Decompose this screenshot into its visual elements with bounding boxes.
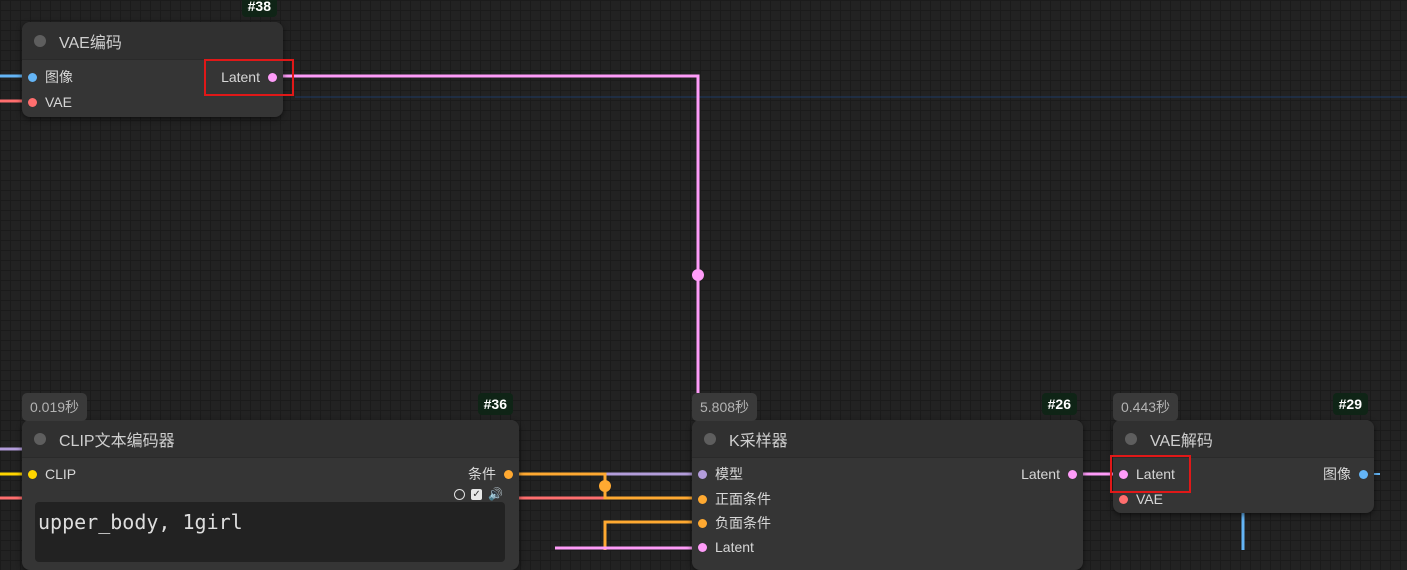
input-slot-positive[interactable]: 正面条件 — [698, 489, 771, 509]
node-id-badge: #36 — [477, 393, 513, 415]
slot-label: VAE — [1136, 491, 1163, 507]
checkbox-icon[interactable]: ✓ — [471, 488, 483, 500]
node-title: CLIP文本编码器 — [59, 432, 175, 450]
textarea-toolbar: ✓ 🔊 — [454, 488, 503, 500]
highlight-box-decode-latent — [1110, 455, 1191, 493]
wire-conditioning — [512, 472, 698, 500]
node-id-badge: #29 — [1332, 393, 1368, 415]
slot-dot-icon[interactable] — [1068, 469, 1077, 479]
slot-label: Latent — [715, 539, 754, 555]
slot-label: 模型 — [715, 466, 743, 482]
node-title: VAE编码 — [59, 34, 122, 52]
circle-icon[interactable] — [454, 488, 466, 500]
slot-dot-icon[interactable] — [1359, 469, 1368, 479]
collapse-dot-icon[interactable] — [704, 432, 716, 445]
wire-conditioning-dot — [599, 480, 611, 492]
node-title-bar[interactable]: VAE编码 — [22, 22, 283, 60]
node-graph-canvas[interactable]: #38 VAE编码 图像 VAE Latent 0.019秒 #36 CLIP文… — [0, 0, 1407, 570]
slot-dot-icon[interactable] — [28, 469, 37, 479]
slot-dot-icon[interactable] — [1119, 494, 1128, 504]
output-slot-image[interactable]: 图像 — [1323, 464, 1368, 484]
node-title: VAE解码 — [1150, 432, 1213, 450]
collapse-dot-icon[interactable] — [34, 432, 46, 445]
highlight-box-encode-latent — [204, 59, 294, 96]
output-slot-conditioning[interactable]: 条件 — [468, 464, 513, 484]
input-slot-image[interactable]: 图像 — [28, 67, 73, 87]
wire-negative — [603, 520, 698, 550]
slot-label: 图像 — [45, 69, 73, 85]
node-ksampler[interactable]: 5.808秒 #26 K采样器 模型 正面条件 负面条件 Latent Late… — [692, 393, 1083, 570]
prompt-textarea[interactable]: upper_body, 1girl — [35, 502, 505, 562]
wire-reroute-dot — [692, 269, 704, 281]
slot-label: CLIP — [45, 466, 77, 482]
wire-latent-encode — [276, 74, 700, 398]
slot-label: 负面条件 — [715, 515, 771, 531]
node-title-bar[interactable]: VAE解码 — [1113, 420, 1374, 458]
node-id-badge: #26 — [1041, 393, 1077, 415]
collapse-dot-icon[interactable] — [1125, 432, 1137, 445]
input-slot-model[interactable]: 模型 — [698, 464, 743, 484]
node-title: K采样器 — [729, 432, 788, 450]
node-title-bar[interactable]: K采样器 — [692, 420, 1083, 458]
input-slot-latent[interactable]: Latent — [698, 537, 754, 557]
collapse-dot-icon[interactable] — [34, 34, 46, 47]
slot-dot-icon[interactable] — [28, 97, 37, 107]
slot-dot-icon[interactable] — [698, 494, 707, 504]
execution-time-badge: 5.808秒 — [692, 393, 758, 421]
slot-dot-icon[interactable] — [28, 72, 37, 82]
slot-label: Latent — [1021, 466, 1060, 482]
speaker-icon[interactable]: 🔊 — [488, 488, 503, 500]
execution-time-badge: 0.443秒 — [1113, 393, 1179, 421]
input-slot-negative[interactable]: 负面条件 — [698, 513, 771, 533]
node-title-bar[interactable]: CLIP文本编码器 — [22, 420, 519, 458]
slot-dot-icon[interactable] — [698, 469, 707, 479]
slot-label: 图像 — [1323, 466, 1351, 482]
slot-label: 正面条件 — [715, 491, 771, 507]
slot-dot-icon[interactable] — [504, 469, 513, 479]
slot-dot-icon[interactable] — [698, 542, 707, 552]
slot-label: VAE — [45, 94, 72, 110]
slot-dot-icon[interactable] — [698, 518, 707, 528]
execution-time-badge: 0.019秒 — [22, 393, 88, 421]
output-slot-latent[interactable]: Latent — [1021, 464, 1077, 484]
slot-label: 条件 — [468, 466, 496, 482]
input-slot-clip[interactable]: CLIP — [28, 464, 76, 484]
input-slot-vae[interactable]: VAE — [28, 92, 72, 112]
node-clip-text-encode[interactable]: 0.019秒 #36 CLIP文本编码器 CLIP 条件 ✓ 🔊 upper_b… — [22, 393, 519, 570]
node-id-badge: #38 — [241, 0, 277, 17]
